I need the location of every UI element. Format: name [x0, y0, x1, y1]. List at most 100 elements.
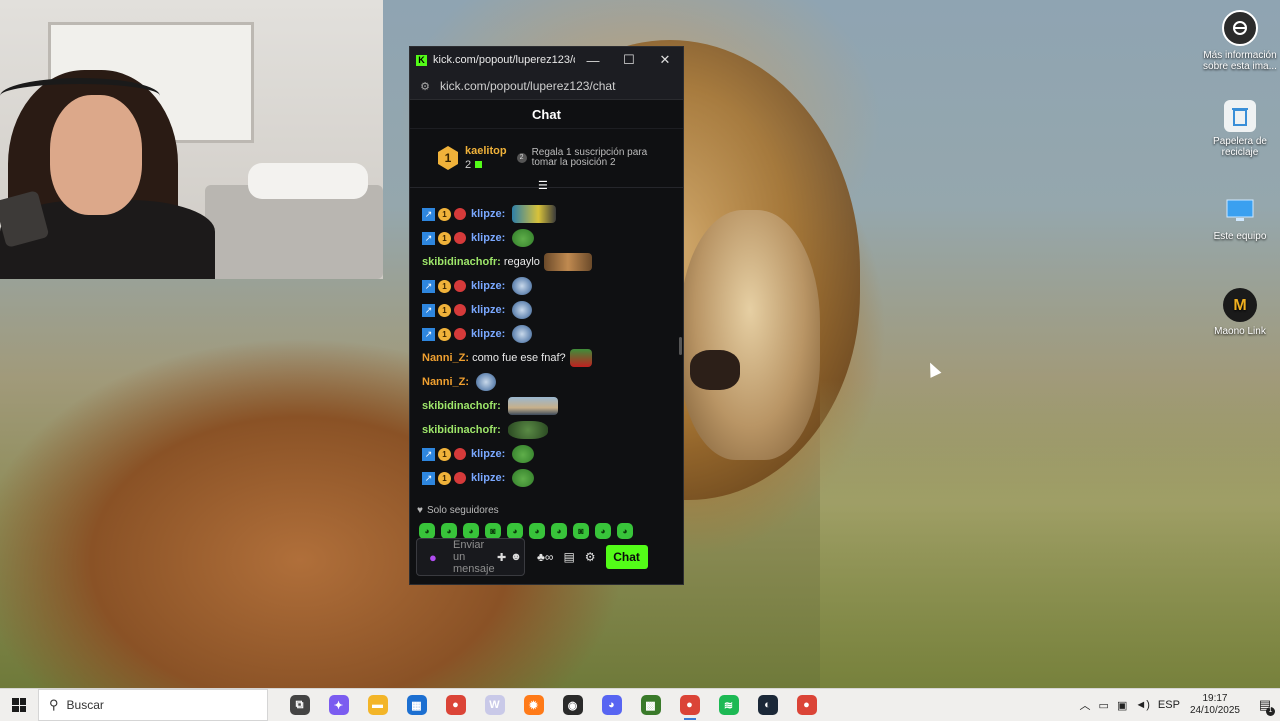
maono-link-icon: M — [1223, 288, 1257, 322]
taskbar-app[interactable]: ◉ — [553, 689, 592, 721]
chat-message: ↗ 1 klipze: — [410, 442, 683, 466]
address-bar[interactable]: ⚙ kick.com/popout/luperez123/chat — [410, 73, 683, 100]
chat-username[interactable]: Nanni_Z: — [422, 376, 469, 388]
window-title: kick.com/popout/luperez123/c... — [433, 54, 575, 66]
subscriber-badge-icon — [454, 208, 466, 220]
moderator-badge-icon: ↗ — [422, 231, 435, 245]
desktop-icon-label: Papelera de reciclaje — [1213, 136, 1267, 158]
monitor-icon — [1224, 195, 1256, 227]
desktop-icon-maono-link[interactable]: M Maono Link — [1200, 288, 1280, 337]
battery-icon[interactable]: ▭ — [1099, 699, 1109, 712]
moderator-badge-icon: ↗ — [422, 471, 435, 485]
send-chat-button[interactable]: Chat — [605, 545, 648, 569]
clock[interactable]: 19:17 24/10/2025 — [1190, 693, 1240, 717]
minecraft-icon: ▩ — [640, 695, 661, 715]
notification-count: 1 — [1266, 707, 1275, 716]
taskbar-app[interactable]: ● — [670, 689, 709, 721]
chat-emote — [507, 397, 558, 415]
start-button[interactable] — [0, 698, 38, 712]
taskbar-app[interactable]: W — [475, 689, 514, 721]
taskbar-app[interactable]: ✹ — [514, 689, 553, 721]
chat-username[interactable]: klipze: — [471, 232, 505, 244]
desktop-icon-spotlight[interactable]: Más información sobre esta ima... — [1200, 10, 1280, 72]
microsoft-store-icon: ▦ — [406, 695, 427, 715]
taskbar-search[interactable]: ⚲ Buscar — [38, 689, 268, 721]
chat-emote — [512, 229, 535, 247]
chat-username[interactable]: klipze: — [471, 304, 505, 316]
chat-message: ↗ 1 klipze: — [410, 466, 683, 490]
recycle-bin-icon — [1224, 100, 1256, 132]
gifter-badge-icon: 1 — [438, 471, 451, 485]
chat-header: Chat — [410, 100, 683, 129]
emoji-icon[interactable]: ☻ — [510, 551, 522, 563]
chat-username[interactable]: klipze: — [471, 328, 505, 340]
message-placeholder: Enviar un mensaje — [453, 539, 495, 575]
subscriber-badge-icon — [454, 280, 466, 292]
minimize-button[interactable]: — — [575, 53, 611, 68]
microphone-icon[interactable]: ● — [429, 550, 443, 565]
taskbar-app[interactable]: ⧉ — [280, 689, 319, 721]
infinity-icon[interactable]: ♣∞ — [537, 550, 553, 564]
taskbar-app[interactable]: ▩ — [631, 689, 670, 721]
taskbar-app[interactable]: ● — [436, 689, 475, 721]
chat-username[interactable]: klipze: — [471, 448, 505, 460]
system-tray: ︿ ▭ ▣ ◄) ESP 19:17 24/10/2025 ▤ 1 — [1076, 689, 1280, 721]
taskbar-app[interactable]: ▬ — [358, 689, 397, 721]
notification-center-icon[interactable]: ▤ 1 — [1250, 697, 1280, 716]
chat-username[interactable]: Nanni_Z: — [422, 352, 469, 364]
desktop-icon-label: Este equipo — [1213, 231, 1267, 242]
pinned-username[interactable]: kaelitop — [465, 145, 507, 157]
chat-emote — [569, 349, 592, 367]
gifter-badge-icon: 1 — [438, 207, 451, 221]
subscriber-badge-icon — [454, 328, 466, 340]
chat-message: skibidinachofr: regaylo — [410, 250, 683, 274]
obs-icon: ◉ — [562, 695, 583, 715]
chrome-alt-icon: ● — [796, 695, 817, 715]
wallpaper-lion-nose — [690, 350, 740, 390]
taskbar-app[interactable]: ✦ — [319, 689, 358, 721]
close-button[interactable]: ✕ — [647, 52, 683, 68]
site-settings-icon[interactable]: ⚙ — [410, 80, 440, 93]
chat-username[interactable]: skibidinachofr: — [422, 424, 501, 436]
discord-icon: ◕ — [601, 695, 622, 715]
taskbar: ⚲ Buscar ⧉ ✦ ▬ ▦ ● W ✹ ◉ ◕ ▩ ● ≋ ◐ ● ︿ ▭ ▣ ◄) ESP 19:… — [0, 688, 1280, 721]
store-icon[interactable]: ▤ — [563, 550, 574, 564]
maximize-button[interactable]: ☐ — [611, 52, 647, 68]
desktop-icon-this-pc[interactable]: Este equipo — [1200, 195, 1280, 242]
language-indicator[interactable]: ESP — [1158, 699, 1180, 711]
taskbar-app[interactable]: ◐ — [748, 689, 787, 721]
chat-username[interactable]: klipze: — [471, 208, 505, 220]
chat-message-text: regaylo — [503, 256, 540, 268]
chat-username[interactable]: skibidinachofr: — [422, 256, 501, 268]
chevron-up-icon[interactable]: ︿ — [1080, 697, 1091, 713]
network-icon[interactable]: ▣ — [1117, 699, 1127, 712]
chat-message: skibidinachofr: — [410, 418, 683, 442]
desktop-icon-recycle-bin[interactable]: Papelera de reciclaje — [1200, 100, 1280, 158]
chat-username[interactable]: skibidinachofr: — [422, 400, 501, 412]
chat-emote — [512, 277, 533, 295]
moderator-badge-icon: ↗ — [422, 303, 435, 317]
chat-message-text: como fue ese fnaf? — [472, 352, 566, 364]
message-input[interactable]: ● Enviar un mensaje ✚ ☻ — [416, 538, 525, 576]
gift-sub-promo[interactable]: 2 Regala 1 suscripción para tomar la pos… — [516, 147, 657, 168]
chat-username[interactable]: klipze: — [471, 280, 505, 292]
taskbar-app[interactable]: ◕ — [592, 689, 631, 721]
volume-icon[interactable]: ◄) — [1135, 699, 1150, 711]
settings-gear-icon[interactable]: ⚙ — [585, 550, 596, 564]
promo-text: Regala 1 suscripción para tomar la posic… — [531, 147, 648, 168]
taskbar-app[interactable]: ≋ — [709, 689, 748, 721]
taskbar-app[interactable]: ● — [787, 689, 826, 721]
chat-emote — [507, 421, 548, 439]
chat-message: ↗ 1 klipze: — [410, 226, 683, 250]
chat-username[interactable]: klipze: — [471, 472, 505, 484]
heart-icon: ♥ — [417, 504, 423, 516]
windows-icon — [12, 698, 26, 712]
pinned-count: 2 — [465, 159, 507, 171]
gifter-badge-icon: 1 — [438, 447, 451, 461]
chat-message: ↗ 1 klipze: — [410, 202, 683, 226]
taskbar-app[interactable]: ▦ — [397, 689, 436, 721]
gamepad-icon[interactable]: ✚ — [497, 551, 506, 564]
chat-scrollbar[interactable] — [679, 337, 682, 355]
chat-message: Nanni_Z: como fue ese fnaf? — [410, 346, 683, 370]
camera-icon — [1222, 10, 1258, 46]
